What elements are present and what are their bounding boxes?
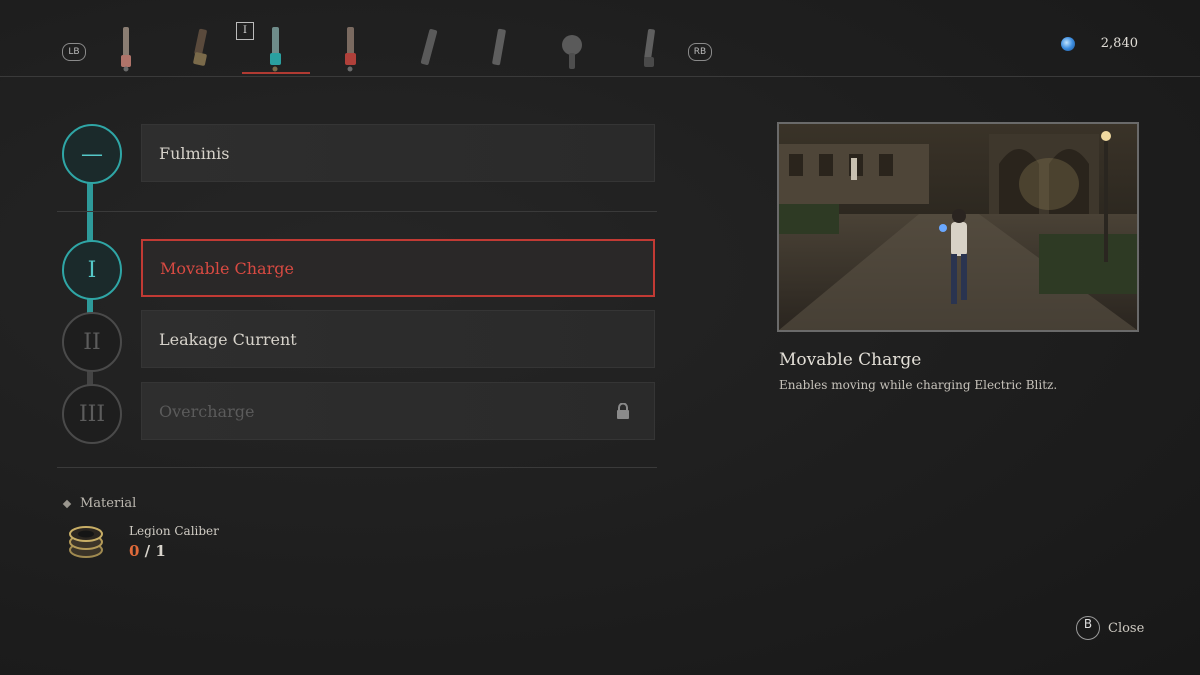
arm-4-icon[interactable] [339, 25, 361, 75]
material-have: 0 [129, 542, 140, 560]
arm-7-icon[interactable] [561, 25, 583, 75]
material-separator: / [139, 542, 156, 560]
selected-arm-underline [242, 72, 310, 74]
skill-fulminis[interactable]: Fulminis [141, 124, 655, 182]
skill-label: Overcharge [159, 401, 255, 421]
tree-node-3[interactable]: III [62, 384, 122, 444]
currency-display: 2,840 [1060, 36, 1138, 51]
arm-3-icon[interactable] [264, 25, 286, 75]
rb-button[interactable]: RB [688, 43, 712, 61]
top-bar: LB I RB 2,840 [0, 0, 1200, 77]
close-label: Close [1108, 620, 1145, 636]
arm-6-icon[interactable] [488, 25, 510, 75]
skill-preview-image [777, 122, 1139, 332]
lock-icon [617, 403, 629, 419]
arm-8-icon[interactable] [638, 25, 660, 75]
arm-1-icon[interactable] [115, 25, 137, 75]
skill-label: Fulminis [159, 143, 230, 163]
skill-movable-charge[interactable]: Movable Charge [141, 239, 655, 297]
section-divider [57, 467, 657, 468]
material-heading: Material [62, 496, 137, 511]
material-need: 1 [155, 542, 166, 560]
skill-label: Leakage Current [159, 329, 297, 349]
legion-caliber-icon [69, 526, 103, 558]
tree-node-root[interactable]: — [62, 124, 122, 184]
tree-node-1[interactable]: I [62, 240, 122, 300]
skill-leakage-current[interactable]: Leakage Current [141, 310, 655, 368]
arm-5-icon[interactable] [418, 25, 440, 75]
arm-2-icon[interactable] [189, 25, 211, 75]
material-count: 0 / 1 [129, 542, 166, 560]
close-hint[interactable]: B Close [1076, 616, 1144, 640]
currency-amount: 2,840 [1100, 36, 1138, 51]
skill-label: Movable Charge [160, 258, 294, 278]
lb-button[interactable]: LB [62, 43, 86, 61]
tree-node-2[interactable]: II [62, 312, 122, 372]
selected-arm-tag: I [236, 22, 254, 40]
ergo-currency-icon [1060, 36, 1075, 51]
section-divider [57, 211, 657, 212]
skill-overcharge[interactable]: Overcharge [141, 382, 655, 440]
material-heading-label: Material [80, 496, 137, 511]
preview-title: Movable Charge [779, 350, 922, 370]
skill-tree: — I II III [60, 120, 124, 450]
material-name: Legion Caliber [129, 524, 219, 538]
preview-description: Enables moving while charging Electric B… [779, 378, 1058, 392]
diamond-icon [62, 499, 72, 508]
b-button-icon[interactable]: B [1076, 616, 1100, 640]
